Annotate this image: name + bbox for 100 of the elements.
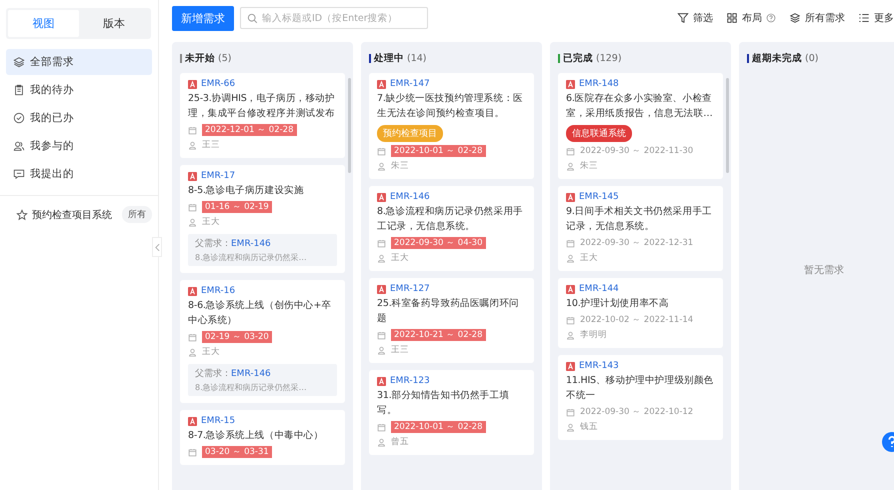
requirement-card[interactable]: EMR-15 8-7.急诊系统上线（中毒中心） 03-20 ～ 03-31: [180, 410, 345, 465]
requirement-type-icon: [566, 80, 575, 88]
requirement-id[interactable]: EMR-148: [579, 79, 619, 89]
column-count: (14): [407, 53, 427, 64]
nav-item[interactable]: 我的已办: [6, 105, 152, 131]
requirement-card[interactable]: EMR-148 6.医院存在众多小实验室、小检查室，采用纸质报告，信息无法联… 信息联通系统 2022-09-30 ～ 2022-11-30 朱三: [558, 73, 723, 179]
requirement-title: 6.医院存在众多小实验室、小检查室，采用纸质报告，信息无法联…: [566, 92, 714, 121]
date-range: 2022-10-02 ～ 2022-11-14: [580, 314, 694, 326]
user-icon: [377, 346, 386, 354]
requirement-card[interactable]: EMR-17 8-5.急诊电子病历建设实施 01-16 ～ 02-19 王大 父需求：EMR-146 8.急诊流程和病历记录仍然采…: [180, 165, 345, 273]
requirement-title: 10.护理计划使用率不高: [566, 297, 670, 311]
calendar-icon: [188, 202, 197, 212]
requirement-title: 25-3.协调HIS，电子病历，移动护理，集成平台修改程序并测试发布: [188, 92, 336, 121]
search-icon: [247, 13, 258, 24]
column-title: 处理中: [374, 52, 404, 65]
date-range: 2022-09-30 ～ 2022-10-12: [580, 406, 694, 418]
requirement-title: 9.日间手术相关文书仍然采用手工记录，无信息系统。: [566, 205, 713, 234]
requirement-id[interactable]: EMR-127: [390, 284, 430, 294]
parent-id-link[interactable]: EMR-146: [231, 239, 271, 249]
message-icon: [13, 168, 25, 180]
requirement-type-icon: [188, 172, 197, 180]
column-count: (129): [596, 53, 622, 64]
nav-item[interactable]: 我参与的: [6, 133, 152, 159]
scrollbar-thumb[interactable]: [726, 78, 729, 173]
requirement-type-icon: [566, 362, 575, 370]
assignee-name: 王大: [202, 216, 220, 228]
assignee-name: 朱三: [391, 160, 409, 172]
filter-icon: [677, 12, 689, 24]
new-requirement-button[interactable]: 新增需求: [172, 6, 234, 30]
requirement-card[interactable]: EMR-143 11.HIS、移动护理中护理级别颜色不统一 2022-09-30 ～ 2022-10-12 钱五: [558, 355, 723, 440]
nav-item[interactable]: 我的待办: [6, 77, 152, 103]
user-icon: [188, 218, 197, 226]
project-link[interactable]: 预约检查项目系统: [32, 208, 118, 222]
requirement-card[interactable]: EMR-16 8-6.急诊系统上线（创伤中心+卒中心系统） 02-19 ～ 03-20 王大 父需求：EMR-146 8.急诊流程和病历记录仍然采…: [180, 280, 345, 403]
requirement-id[interactable]: EMR-123: [390, 376, 430, 386]
requirement-card[interactable]: EMR-147 7.缺少统一医技预约管理系统：医生无法在诊间预约检查项目。 预约检查项目 2022-10-01 ～ 02-28 朱三: [369, 73, 534, 179]
scrollbar-thumb[interactable]: [348, 78, 351, 173]
requirement-card[interactable]: EMR-66 25-3.协调HIS，电子病历，移动护理，集成平台修改程序并测试发布 2022-12-01 ～ 02-28 王三: [180, 73, 345, 158]
parent-title: 8.急诊流程和病历记录仍然采…: [195, 382, 308, 393]
requirement-id[interactable]: EMR-144: [579, 284, 619, 294]
assignee-name: 朱三: [580, 160, 598, 172]
parent-id-link[interactable]: EMR-146: [231, 369, 271, 379]
users-icon: [13, 140, 25, 152]
requirement-id[interactable]: EMR-147: [390, 79, 430, 89]
toolbar-action[interactable]: 布局: [726, 11, 776, 25]
requirement-id[interactable]: EMR-146: [390, 192, 430, 202]
column-title: 未开始: [185, 52, 215, 65]
requirement-card[interactable]: EMR-123 31.部分知情告知书仍然手工填写。 2022-10-01 ～ 02-28 曾五: [369, 370, 534, 455]
user-icon: [377, 162, 386, 170]
collapse-handle[interactable]: [152, 237, 162, 257]
user-icon: [566, 422, 575, 432]
assignee-name: 李明明: [580, 329, 607, 341]
calendar-icon: [377, 330, 386, 340]
calendar-icon: [566, 146, 575, 156]
view-tab[interactable]: 视图: [8, 10, 78, 37]
date-range: 02-19 ～ 03-20: [202, 331, 272, 343]
nav-item[interactable]: 我提出的: [6, 161, 152, 187]
toolbar-action[interactable]: 所有需求: [789, 11, 845, 25]
toolbar-action[interactable]: 筛选: [677, 11, 713, 25]
calendar-icon: [188, 126, 197, 134]
calendar-icon: [566, 238, 575, 248]
requirement-id[interactable]: EMR-17: [201, 171, 236, 181]
requirement-card[interactable]: EMR-127 25.科室备药导致药品医嘱闭环问题 2022-10-21 ～ 02-28 王三: [369, 278, 534, 363]
assignee-name: 曾五: [391, 436, 409, 448]
requirement-id[interactable]: EMR-145: [579, 192, 619, 202]
parent-title: 8.急诊流程和病历记录仍然采…: [195, 252, 308, 263]
layers-icon: [789, 12, 801, 24]
requirement-title: 8-5.急诊电子病历建设实施: [188, 184, 305, 198]
search-field[interactable]: 输入标题或ID（按Enter搜索）: [240, 7, 428, 29]
date-range: 03-20 ～ 03-31: [202, 446, 272, 458]
requirement-card[interactable]: EMR-146 8.急诊流程和病历记录仍然采用手工记录，无信息系统。 2022-09-30 ～ 04-30 王大: [369, 186, 534, 271]
date-range: 2022-10-01 ～ 02-28: [391, 145, 486, 157]
requirement-type-icon: [377, 284, 386, 294]
assignee-name: 王三: [202, 139, 220, 151]
view-tab[interactable]: 版本: [78, 10, 149, 37]
requirement-type-icon: [566, 284, 575, 294]
user-icon: [377, 254, 386, 262]
user-icon: [566, 162, 575, 170]
requirement-type-icon: [377, 80, 386, 88]
requirement-id[interactable]: EMR-143: [579, 361, 619, 371]
requirement-title: 8.急诊流程和病历记录仍然采用手工记录，无信息系统。: [377, 205, 524, 234]
category-tag: 预约检查项目: [377, 125, 443, 142]
toolbar-action[interactable]: 更多: [858, 11, 894, 25]
grid-icon: [726, 12, 738, 24]
parent-label: 父需求：: [195, 239, 231, 249]
requirement-id[interactable]: EMR-16: [201, 286, 236, 296]
scope-badge: 所有: [122, 206, 152, 223]
nav-item[interactable]: 全部需求: [6, 49, 152, 75]
date-range: 2022-09-30 ～ 2022-11-30: [580, 145, 694, 157]
user-icon: [188, 140, 197, 150]
requirement-id[interactable]: EMR-66: [201, 79, 236, 89]
requirement-title: 11.HIS、移动护理中护理级别颜色不统一: [566, 374, 714, 403]
requirement-type-icon: [377, 376, 386, 386]
requirement-id[interactable]: EMR-15: [201, 416, 236, 426]
requirement-card[interactable]: EMR-144 10.护理计划使用率不高 2022-10-02 ～ 2022-11-14 李明明: [558, 278, 723, 348]
requirement-card[interactable]: EMR-145 9.日间手术相关文书仍然采用手工记录，无信息系统。 2022-09-30 ～ 2022-12-31 王大: [558, 186, 723, 271]
help-icon: [766, 13, 776, 23]
calendar-icon: [188, 332, 197, 342]
empty-message: 暂无需求: [803, 264, 845, 277]
date-range: 2022-09-30 ～ 04-30: [391, 237, 486, 249]
